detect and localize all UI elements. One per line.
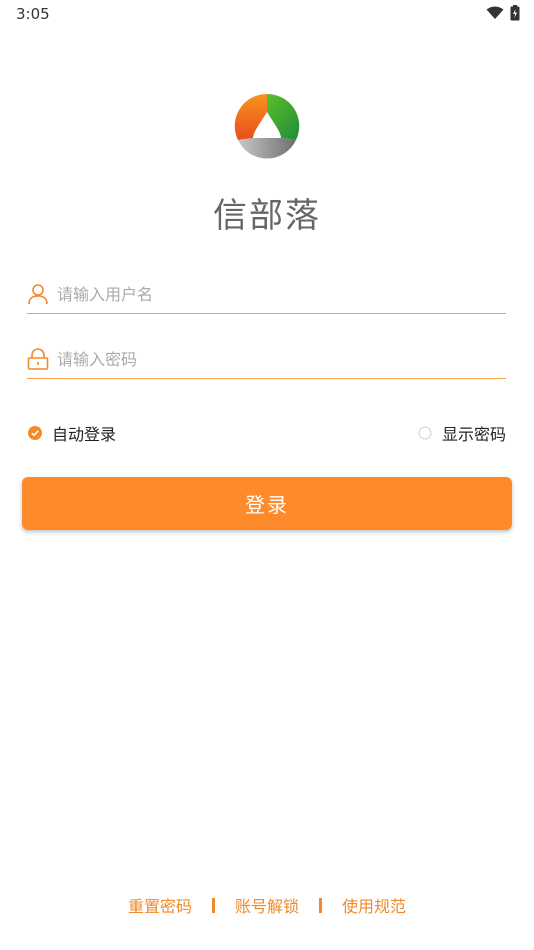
lock-icon <box>27 348 49 370</box>
battery-icon <box>510 5 520 21</box>
user-icon <box>28 284 48 305</box>
username-input[interactable] <box>57 281 497 307</box>
status-icons <box>486 5 520 21</box>
username-field[interactable] <box>27 279 506 314</box>
show-password-label: 显示密码 <box>441 425 506 444</box>
logo-icon <box>234 93 300 159</box>
usage-rules-link[interactable]: 使用规范 <box>342 893 406 917</box>
unlock-account-link[interactable]: 账号解锁 <box>235 893 299 917</box>
app-brand-name: 信部落 <box>213 196 321 236</box>
radio-empty-icon <box>418 426 432 440</box>
login-button[interactable]: 登录 <box>22 477 512 530</box>
auto-login-toggle[interactable]: 自动登录 <box>28 421 116 445</box>
footer-separator <box>211 897 215 913</box>
auto-login-label: 自动登录 <box>52 425 117 444</box>
password-input[interactable] <box>57 346 497 372</box>
check-circle-icon <box>28 426 42 440</box>
reset-password-link[interactable]: 重置密码 <box>128 893 192 917</box>
footer-separator <box>319 897 322 913</box>
status-bar: 3:05 <box>0 0 534 28</box>
password-field[interactable] <box>27 344 506 379</box>
show-password-toggle[interactable]: 显示密码 <box>418 421 506 445</box>
wifi-icon <box>486 6 504 19</box>
status-time: 3:05 <box>16 5 50 23</box>
footer-links: 重置密码 账号解锁 使用规范 <box>0 893 534 917</box>
